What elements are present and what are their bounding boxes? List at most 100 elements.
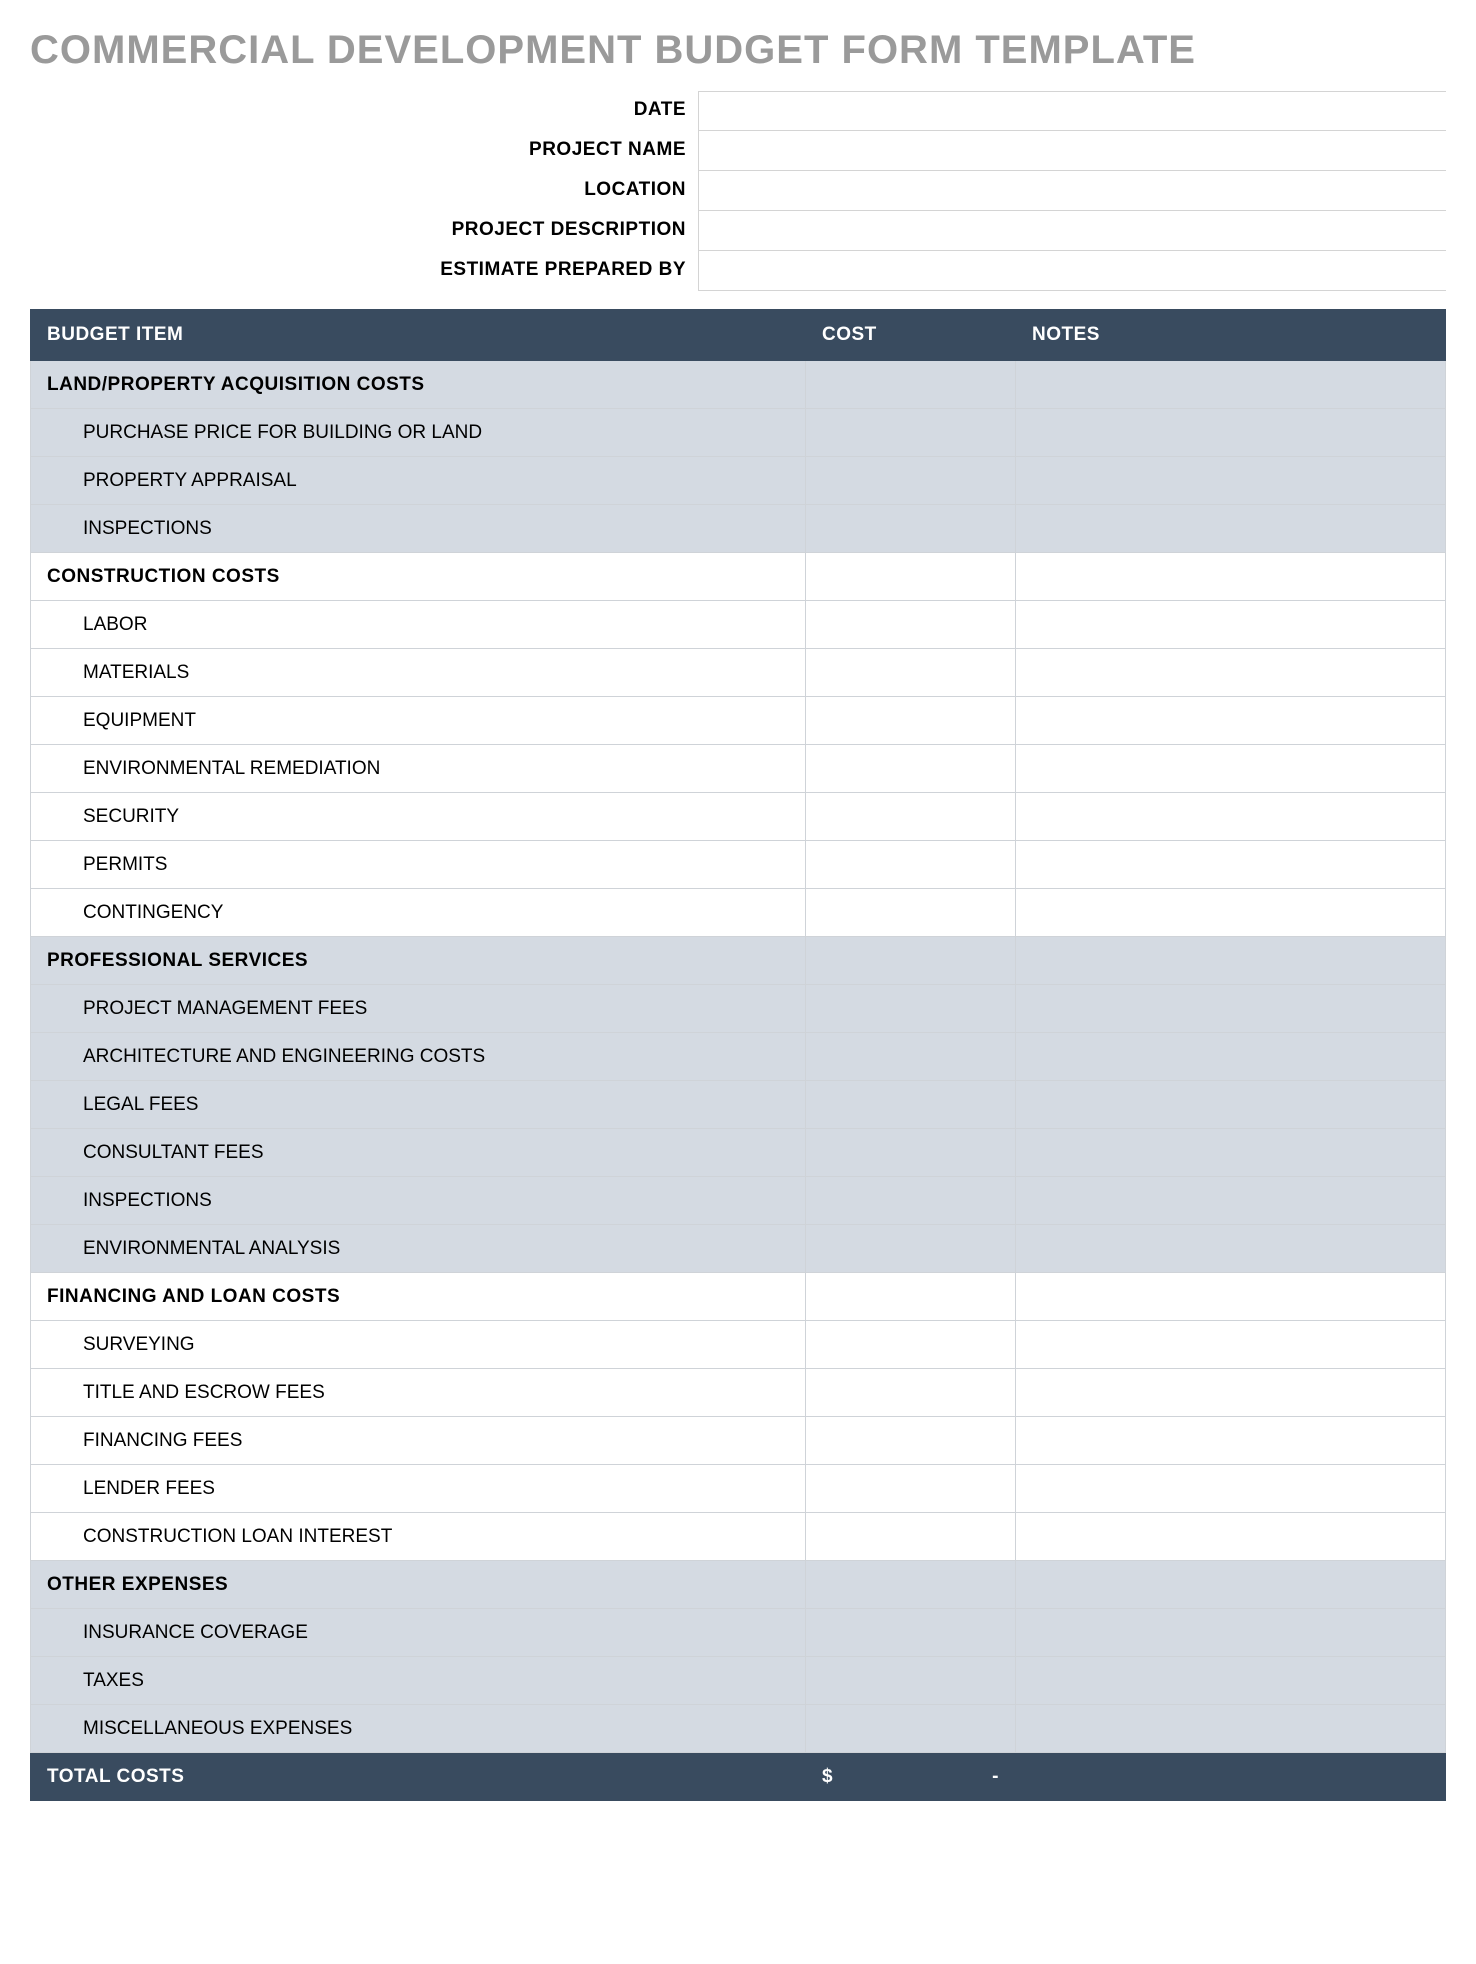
line-item-notes-cell[interactable] — [1016, 841, 1446, 889]
line-item-notes-cell[interactable] — [1016, 1513, 1446, 1561]
line-item-cost-cell[interactable] — [806, 745, 1016, 793]
line-item-cost-cell[interactable] — [806, 457, 1016, 505]
category-label: CONSTRUCTION COSTS — [31, 553, 806, 601]
category-row: FINANCING AND LOAN COSTS — [31, 1273, 1446, 1321]
category-notes-cell[interactable] — [1016, 1561, 1446, 1609]
line-item-notes-cell[interactable] — [1016, 1609, 1446, 1657]
line-item-row: ENVIRONMENTAL ANALYSIS — [31, 1225, 1446, 1273]
line-item-notes-cell[interactable] — [1016, 889, 1446, 937]
line-item-row: ARCHITECTURE AND ENGINEERING COSTS — [31, 1033, 1446, 1081]
line-item-notes-cell[interactable] — [1016, 1129, 1446, 1177]
line-item-notes-cell[interactable] — [1016, 1033, 1446, 1081]
line-item-label: PERMITS — [31, 841, 806, 889]
line-item-label: INSPECTIONS — [31, 1177, 806, 1225]
line-item-row: TITLE AND ESCROW FEES — [31, 1369, 1446, 1417]
line-item-cost-cell[interactable] — [806, 841, 1016, 889]
line-item-cost-cell[interactable] — [806, 1177, 1016, 1225]
location-field[interactable] — [698, 171, 1446, 211]
line-item-cost-cell[interactable] — [806, 505, 1016, 553]
line-item-notes-cell[interactable] — [1016, 1417, 1446, 1465]
line-item-notes-cell[interactable] — [1016, 1321, 1446, 1369]
line-item-notes-cell[interactable] — [1016, 745, 1446, 793]
line-item-notes-cell[interactable] — [1016, 409, 1446, 457]
line-item-notes-cell[interactable] — [1016, 1081, 1446, 1129]
line-item-cost-cell[interactable] — [806, 1321, 1016, 1369]
line-item-cost-cell[interactable] — [806, 1129, 1016, 1177]
line-item-cost-cell[interactable] — [806, 1369, 1016, 1417]
project-description-label: PROJECT DESCRIPTION — [30, 211, 698, 251]
line-item-label: SURVEYING — [31, 1321, 806, 1369]
category-row: CONSTRUCTION COSTS — [31, 553, 1446, 601]
line-item-cost-cell[interactable] — [806, 409, 1016, 457]
line-item-label: ENVIRONMENTAL REMEDIATION — [31, 745, 806, 793]
line-item-notes-cell[interactable] — [1016, 985, 1446, 1033]
line-item-notes-cell[interactable] — [1016, 697, 1446, 745]
line-item-notes-cell[interactable] — [1016, 505, 1446, 553]
line-item-notes-cell[interactable] — [1016, 793, 1446, 841]
category-notes-cell[interactable] — [1016, 1273, 1446, 1321]
location-label: LOCATION — [30, 171, 698, 211]
line-item-label: PROJECT MANAGEMENT FEES — [31, 985, 806, 1033]
line-item-cost-cell[interactable] — [806, 1657, 1016, 1705]
date-field[interactable] — [698, 91, 1446, 131]
line-item-notes-cell[interactable] — [1016, 1225, 1446, 1273]
line-item-cost-cell[interactable] — [806, 1033, 1016, 1081]
line-item-row: INSPECTIONS — [31, 505, 1446, 553]
line-item-cost-cell[interactable] — [806, 601, 1016, 649]
line-item-row: MATERIALS — [31, 649, 1446, 697]
line-item-cost-cell[interactable] — [806, 1513, 1016, 1561]
total-value: - — [992, 1766, 999, 1788]
line-item-cost-cell[interactable] — [806, 793, 1016, 841]
project-description-field[interactable] — [698, 211, 1446, 251]
line-item-label: INSPECTIONS — [31, 505, 806, 553]
line-item-label: PURCHASE PRICE FOR BUILDING OR LAND — [31, 409, 806, 457]
line-item-cost-cell[interactable] — [806, 1081, 1016, 1129]
line-item-label: ARCHITECTURE AND ENGINEERING COSTS — [31, 1033, 806, 1081]
line-item-cost-cell[interactable] — [806, 889, 1016, 937]
estimate-prepared-by-field[interactable] — [698, 251, 1446, 291]
line-item-cost-cell[interactable] — [806, 1705, 1016, 1753]
line-item-row: MISCELLANEOUS EXPENSES — [31, 1705, 1446, 1753]
line-item-cost-cell[interactable] — [806, 649, 1016, 697]
category-cost-cell[interactable] — [806, 1273, 1016, 1321]
line-item-cost-cell[interactable] — [806, 985, 1016, 1033]
line-item-cost-cell[interactable] — [806, 1465, 1016, 1513]
line-item-label: LEGAL FEES — [31, 1081, 806, 1129]
line-item-notes-cell[interactable] — [1016, 649, 1446, 697]
line-item-label: ENVIRONMENTAL ANALYSIS — [31, 1225, 806, 1273]
category-cost-cell[interactable] — [806, 361, 1016, 409]
total-cost-cell: $ - — [806, 1753, 1016, 1801]
line-item-cost-cell[interactable] — [806, 1225, 1016, 1273]
line-item-label: LENDER FEES — [31, 1465, 806, 1513]
line-item-notes-cell[interactable] — [1016, 1465, 1446, 1513]
line-item-notes-cell[interactable] — [1016, 601, 1446, 649]
category-cost-cell[interactable] — [806, 937, 1016, 985]
category-notes-cell[interactable] — [1016, 937, 1446, 985]
line-item-row: LEGAL FEES — [31, 1081, 1446, 1129]
column-header-cost: COST — [806, 310, 1016, 361]
line-item-notes-cell[interactable] — [1016, 1177, 1446, 1225]
line-item-row: FINANCING FEES — [31, 1417, 1446, 1465]
line-item-cost-cell[interactable] — [806, 1417, 1016, 1465]
category-notes-cell[interactable] — [1016, 361, 1446, 409]
total-label: TOTAL COSTS — [31, 1753, 806, 1801]
category-notes-cell[interactable] — [1016, 553, 1446, 601]
category-cost-cell[interactable] — [806, 553, 1016, 601]
total-row: TOTAL COSTS $ - — [31, 1753, 1446, 1801]
estimate-prepared-by-label: ESTIMATE PREPARED BY — [30, 251, 698, 291]
line-item-row: LENDER FEES — [31, 1465, 1446, 1513]
line-item-notes-cell[interactable] — [1016, 1657, 1446, 1705]
column-header-notes: NOTES — [1016, 310, 1446, 361]
line-item-cost-cell[interactable] — [806, 1609, 1016, 1657]
line-item-notes-cell[interactable] — [1016, 1369, 1446, 1417]
category-label: LAND/PROPERTY ACQUISITION COSTS — [31, 361, 806, 409]
line-item-cost-cell[interactable] — [806, 697, 1016, 745]
category-cost-cell[interactable] — [806, 1561, 1016, 1609]
line-item-row: EQUIPMENT — [31, 697, 1446, 745]
project-name-field[interactable] — [698, 131, 1446, 171]
project-name-label: PROJECT NAME — [30, 131, 698, 171]
line-item-notes-cell[interactable] — [1016, 1705, 1446, 1753]
line-item-label: TITLE AND ESCROW FEES — [31, 1369, 806, 1417]
date-label: DATE — [30, 91, 698, 131]
line-item-notes-cell[interactable] — [1016, 457, 1446, 505]
